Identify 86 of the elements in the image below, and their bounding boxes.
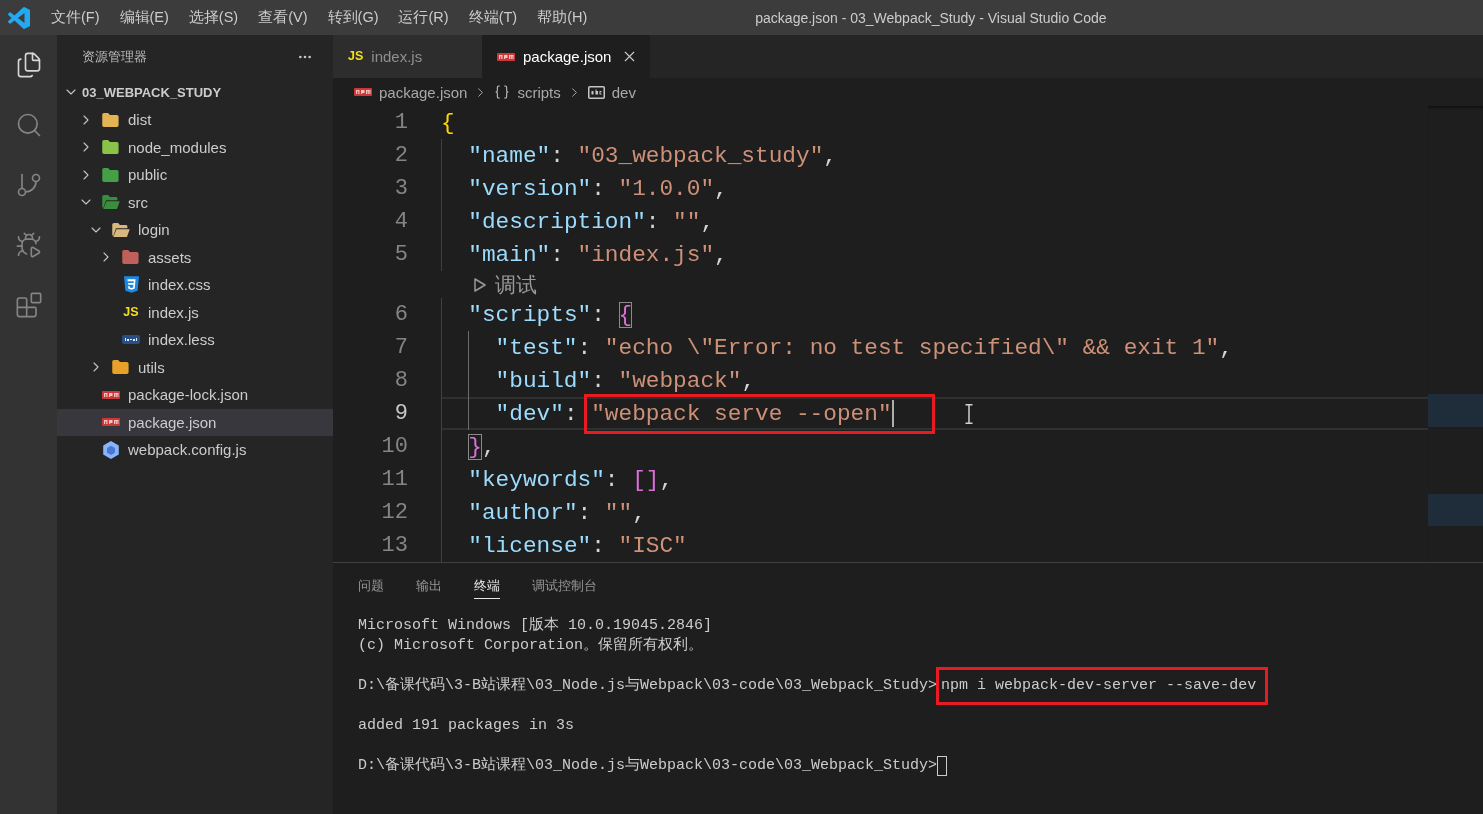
hexagon-icon [103,440,119,459]
terminal-prompt: D:\备课代码\3-B站课程\03_Node.js与Webpack\03-code\03_Webpack_Study> [358,676,938,696]
code-line: "author": "", [468,499,646,526]
tree-item[interactable]: webpack.config.js [57,436,333,464]
line-number: 5 [394,242,408,267]
code-line: }, [468,433,496,460]
tree-item[interactable]: JS index.js [57,298,333,326]
line-number: 13 [381,533,408,558]
tree-item[interactable]: package.json [57,408,333,436]
terminal-line: (c) Microsoft Corporation。保留所有权利。 [358,636,704,656]
tree-item[interactable]: public [57,161,333,189]
tree-item[interactable]: node_modules [57,133,333,161]
file-type-label: JS [348,50,364,63]
line-number: 6 [394,302,408,327]
i-beam-cursor-icon [965,404,973,424]
line-number: 4 [394,209,408,234]
tree-item[interactable]: assets [57,243,333,271]
line-number: 10 [381,434,408,459]
tree-item[interactable]: index.css [57,271,333,299]
panel-tab[interactable]: 问题 [358,572,384,599]
panel-tab[interactable]: 输出 [416,572,442,599]
code-line: "license": "ISC" [468,532,687,559]
editor-tab[interactable]: JS index.js [333,35,482,78]
menu-item[interactable]: 帮助(H) [527,0,598,35]
shield-icon [123,276,139,294]
sidebar-title: 资源管理器 [82,47,147,66]
codelens-link[interactable]: 调试 [474,270,538,299]
menu-item[interactable]: 文件(F) [41,0,110,35]
breadcrumb-item[interactable]: scripts [494,83,561,101]
scrollbar-marker [1428,394,1483,427]
menu-item[interactable]: 编辑(E) [109,0,179,35]
section-header[interactable]: 03_WEBPACK_STUDY [57,78,333,106]
terminal-line: Microsoft Windows [版本 10.0.19045.2846] [358,616,713,636]
app-logo-icon [8,6,30,29]
file-icon [497,52,515,61]
code-line: "build": "webpack", [495,367,756,394]
file-icon [102,418,120,427]
window-title: package.json - 03_Webpack_Study - Visual Studio Code [755,9,1107,26]
breadcrumb-item[interactable]: dev [587,83,636,101]
code-line: "scripts": { [468,301,633,328]
tree-item[interactable]: index.less [57,326,333,354]
terminal-prompt: D:\备课代码\3-B站课程\03_Node.js与Webpack\03-code\03_Webpack_Study> [358,756,938,776]
tree-item[interactable]: login [57,216,333,244]
terminal-line: added 191 packages in 3s [358,716,575,736]
menu-item[interactable]: 选择(S) [178,0,249,35]
play-icon [474,277,487,292]
line-number: 9 [394,401,408,426]
line-number: 8 [394,368,408,393]
menu-item[interactable]: 转到(G) [317,0,389,35]
file-type-label: JS [123,306,139,319]
code-line: "main": "index.js", [468,241,728,268]
file-icon [354,88,372,96]
menu-item[interactable]: 运行(R) [388,0,459,35]
code-line: "version": "1.0.0", [468,175,728,202]
editor-tab[interactable]: package.json [482,35,651,78]
line-number: 12 [381,500,408,525]
panel-tab[interactable]: 调试控制台 [532,572,597,599]
line-number: 3 [394,176,408,201]
text-caret [891,400,894,427]
tree-item[interactable]: package-lock.json [57,381,333,409]
text-box-icon [587,85,605,99]
panel-tab[interactable]: 终端 [474,572,500,599]
bug-play-icon[interactable] [14,231,43,259]
tree-item[interactable]: utils [57,353,333,381]
line-number: 2 [394,143,408,168]
code-line: "dev": [495,400,579,427]
braces-icon [494,84,511,100]
menu-item[interactable]: 终端(T) [458,0,528,35]
code-line: "description": "", [468,208,715,235]
code-line: "name": "03_webpack_study", [468,142,837,169]
tree-item[interactable]: src [57,188,333,216]
file-icon [102,390,120,399]
code-line: "keywords": [], [468,466,674,493]
blocks-icon[interactable] [14,291,43,319]
breadcrumb-item[interactable]: package.json [354,83,468,101]
tree-item[interactable]: dist [57,106,333,134]
highlighted-command: npm i webpack-dev-server --save-dev [936,667,1269,705]
menu-item[interactable]: 查看(V) [248,0,318,35]
file-icon [122,335,140,345]
line-number: 7 [394,335,408,360]
code-line: { [441,109,455,136]
scrollbar-marker [1428,494,1483,526]
highlighted-code: "webpack serve --open" [591,400,892,427]
line-number: 11 [381,467,408,492]
code-line: "test": "echo \"Error: no test specified\" && exit 1", [495,334,1233,361]
line-number: 1 [394,110,408,135]
